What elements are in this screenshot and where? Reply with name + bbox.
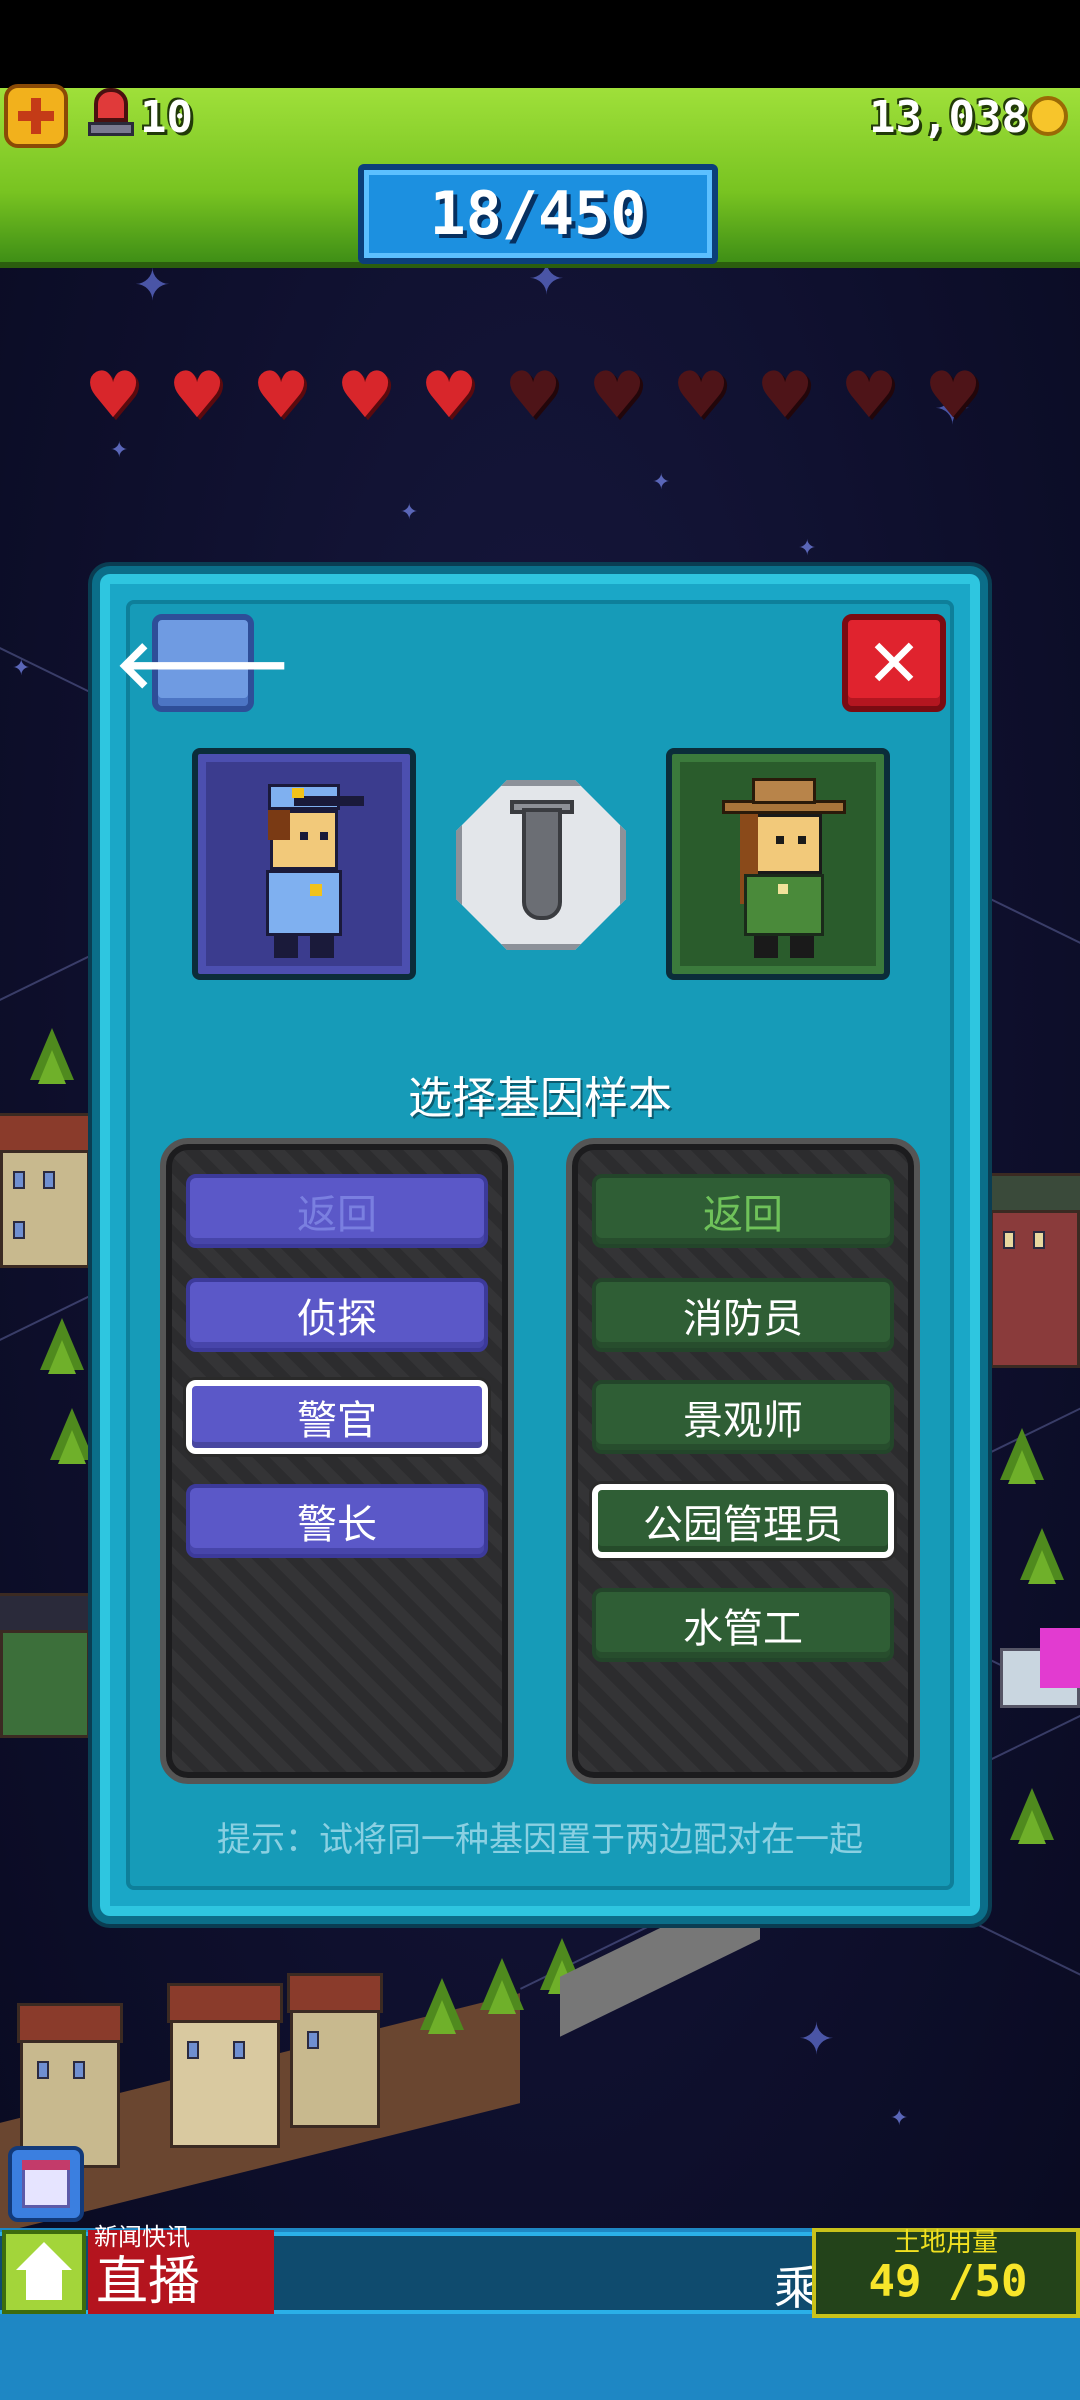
star-icon: ✦: [12, 656, 31, 681]
siren-count: 10: [140, 92, 193, 143]
right-option-park-ranger[interactable]: 公园管理员: [592, 1484, 894, 1558]
heart-icon: ♥: [504, 359, 562, 433]
heart-icon: ♥: [84, 359, 142, 433]
heart-icon: ♥: [336, 359, 394, 433]
heart-icon: ♥: [420, 359, 478, 433]
back-arrow-button[interactable]: 🡐: [115, 614, 292, 712]
left-option-officer[interactable]: 警官: [186, 1380, 488, 1454]
heart-icon: ♥: [168, 359, 226, 433]
calendar-button[interactable]: [8, 2146, 84, 2222]
left-option-detective[interactable]: 侦探: [186, 1278, 488, 1352]
star-icon: ✦: [798, 2014, 835, 2065]
land-usage-label: 土地用量: [893, 2228, 998, 2258]
star-icon: ✦: [798, 536, 817, 561]
heart-icon: ♥: [924, 359, 982, 433]
pairing-hint: 提示：试将同一种基因置于两边配对在一起: [217, 1820, 863, 1860]
city-block-left: [0, 988, 100, 1988]
park-ranger-character: [718, 774, 850, 964]
dialog-title: 选择基因样本: [408, 1073, 672, 1124]
right-sample-slot[interactable]: [666, 748, 890, 980]
news-flash-label: 新闻快讯: [94, 2223, 190, 2251]
right-option-plumber[interactable]: 水管工: [592, 1588, 894, 1662]
right-option-landscaper[interactable]: 景观师: [592, 1380, 894, 1454]
star-icon: ✦: [110, 438, 129, 463]
right-back-button[interactable]: 返回: [592, 1174, 894, 1248]
system-status-bar: [0, 0, 1080, 88]
heart-icon: ♥: [252, 359, 310, 433]
right-option-firefighter[interactable]: 消防员: [592, 1278, 894, 1352]
left-option-sheriff[interactable]: 警长: [186, 1484, 488, 1558]
police-officer-character: [254, 774, 366, 964]
home-button[interactable]: [2, 2230, 86, 2314]
city-block-right: [987, 1028, 1080, 1978]
star-icon: ✦: [134, 260, 171, 311]
right-gene-list[interactable]: 返回 消防员 景观师 公园管理员 水管工: [566, 1138, 920, 1784]
close-icon: ✕: [866, 624, 922, 702]
star-icon: ✦: [652, 470, 671, 495]
city-block-bottom: [0, 1879, 760, 2233]
add-resource-button[interactable]: [4, 84, 68, 148]
heart-icon: ♥: [840, 359, 898, 433]
coin-balance: 13,038: [869, 92, 1028, 143]
live-label: 直播: [96, 2252, 201, 2312]
arrow-left-icon: 🡐: [114, 626, 292, 703]
heart-icon: ♥: [672, 359, 730, 433]
heart-icon: ♥: [756, 359, 814, 433]
vial-tube: [522, 808, 562, 920]
star-icon: ✦: [890, 2106, 909, 2131]
left-back-button[interactable]: 返回: [186, 1174, 488, 1248]
star-icon: ✦: [400, 500, 419, 525]
land-usage-count: 49 /50: [868, 2256, 1028, 2307]
close-button[interactable]: ✕: [842, 614, 946, 712]
siren-icon: [88, 88, 134, 138]
heart-icon: ♥: [588, 359, 646, 433]
left-sample-slot[interactable]: [192, 748, 416, 980]
population-counter[interactable]: 18/450: [358, 164, 718, 264]
coin-icon: [1028, 96, 1068, 136]
left-gene-list[interactable]: 返回 侦探 警官 警长: [160, 1138, 514, 1784]
happiness-hearts: ♥ ♥ ♥ ♥ ♥ ♥ ♥ ♥ ♥ ♥ ♥: [82, 364, 984, 428]
home-icon: [16, 2242, 72, 2270]
